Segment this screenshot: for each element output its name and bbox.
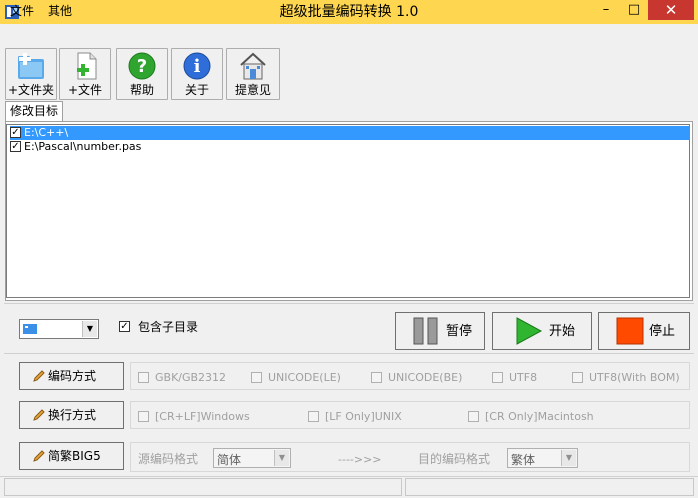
status-cell-right: [405, 478, 694, 496]
minimize-button[interactable]: –: [592, 0, 620, 20]
maximize-button[interactable]: □: [620, 0, 648, 20]
stop-label: 停止: [649, 324, 676, 339]
target-row-1[interactable]: ✓ E:\C++\: [10, 126, 690, 140]
source-encoding-value: 简体: [217, 453, 242, 467]
info-icon: i: [183, 52, 211, 80]
linebreak-option-mac[interactable]: [CR Only]Macintosh: [468, 410, 594, 424]
help-label: 帮助: [129, 83, 154, 97]
chevron-down-icon: ▼: [561, 450, 576, 466]
target-path-2: E:\Pascal\number.pas: [24, 140, 142, 153]
target-encoding-label: 目的编码格式: [418, 452, 491, 466]
encoding-option-unicode-be[interactable]: UNICODE(BE): [371, 371, 462, 385]
big5-button-label: 简繁BIG5: [48, 449, 101, 463]
encoding-option-utf8[interactable]: UTF8: [492, 371, 537, 385]
about-label: 关于: [184, 83, 209, 97]
tab-targets[interactable]: 修改目标: [5, 101, 63, 121]
chevron-down-icon: ▼: [82, 321, 97, 337]
menu-other[interactable]: 其他: [48, 3, 72, 19]
encoding-button[interactable]: 编码方式: [19, 362, 124, 390]
panel-divider: [4, 303, 694, 304]
stop-button[interactable]: 停止: [598, 312, 690, 350]
pencil-icon: [33, 409, 45, 421]
target-path-1: E:\C++\: [24, 126, 69, 139]
status-cell-left: [4, 478, 402, 496]
pause-label: 暂停: [446, 324, 473, 339]
linebreak-option-windows[interactable]: [CR+LF]Windows: [138, 410, 250, 424]
add-file-icon: [77, 52, 97, 80]
pause-icon: [413, 317, 438, 345]
encoding-option-utf8-bom[interactable]: UTF8(With BOM): [572, 371, 680, 385]
target-encoding-value: 繁体: [511, 453, 536, 467]
direction-arrow: ---->>>: [338, 453, 382, 466]
target-encoding-select[interactable]: 繁体 ▼: [507, 448, 578, 468]
about-button[interactable]: i 关于: [171, 48, 223, 100]
source-encoding-select[interactable]: 简体 ▼: [213, 448, 291, 468]
drive-icon: [23, 324, 37, 334]
encoding-button-label: 编码方式: [48, 369, 97, 383]
include-subdirs-checkbox[interactable]: ✓: [119, 321, 130, 332]
close-button[interactable]: ✕: [648, 0, 694, 20]
encoding-option-unicode-le[interactable]: UNICODE(LE): [251, 371, 341, 385]
stop-icon: [616, 317, 644, 345]
feedback-button[interactable]: 提意见: [226, 48, 280, 100]
feedback-label: 提意见: [234, 83, 271, 97]
svg-text:?: ?: [137, 56, 147, 77]
panel-divider-2: [4, 353, 694, 354]
pause-button[interactable]: 暂停: [395, 312, 485, 350]
encoding-option-gbk[interactable]: GBK/GB2312: [138, 371, 226, 385]
big5-button[interactable]: 简繁BIG5: [19, 442, 124, 470]
chevron-down-icon: ▼: [274, 450, 289, 466]
help-button[interactable]: ? 帮助: [116, 48, 168, 100]
target-checkbox-2[interactable]: ✓: [10, 141, 21, 152]
add-folder-label: +文件夹: [7, 83, 55, 97]
drive-combo[interactable]: ▼: [19, 319, 99, 339]
question-icon: ?: [128, 52, 156, 80]
linebreak-button[interactable]: 换行方式: [19, 401, 124, 429]
start-label: 开始: [549, 324, 576, 339]
add-folder-icon: [18, 53, 44, 79]
source-encoding-label: 源编码格式: [138, 452, 199, 466]
start-button[interactable]: 开始: [492, 312, 592, 350]
linebreak-button-label: 换行方式: [48, 408, 97, 422]
target-row-2[interactable]: ✓ E:\Pascal\number.pas: [10, 140, 690, 154]
add-file-label: +文件: [67, 83, 103, 97]
home-icon: [240, 52, 266, 80]
play-icon: [516, 317, 543, 345]
target-checkbox-1[interactable]: ✓: [10, 127, 21, 138]
add-file-button[interactable]: +文件: [59, 48, 111, 100]
linebreak-option-unix[interactable]: [LF Only]UNIX: [308, 410, 402, 424]
menu-bar: [0, 24, 698, 46]
menu-file[interactable]: 文件: [10, 3, 34, 19]
pencil-icon: [33, 450, 45, 462]
pencil-icon: [33, 370, 45, 382]
add-folder-button[interactable]: +文件夹: [5, 48, 57, 100]
svg-text:i: i: [194, 56, 201, 77]
include-subdirs-label: 包含子目录: [138, 320, 199, 334]
